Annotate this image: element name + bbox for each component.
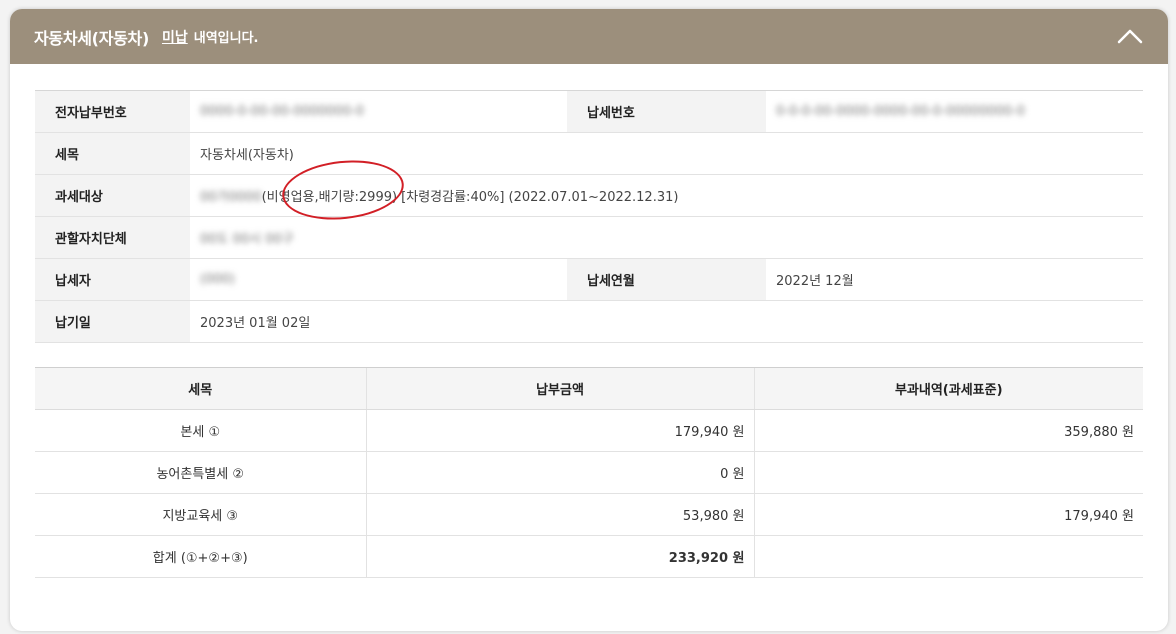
total-row: 합계 (①+②+③) 233,920 원 — [35, 535, 1143, 578]
info-row: 전자납부번호 0000-0-00-00-0000000-0 납세번호 0-0-0… — [35, 91, 1143, 133]
masked-text: 0-0-0-00-0000-0000-00-0-00000000-0 — [776, 104, 1025, 119]
card-header[interactable]: 자동차세(자동차) 미납 내역입니다. — [10, 9, 1168, 64]
amount-table: 세목 납부금액 부과내역(과세표준) 본세 ① 179,940 원 359,88… — [35, 367, 1143, 578]
col-header-item: 세목 — [35, 367, 366, 410]
row-item: 지방교육세 ③ — [35, 493, 366, 536]
row-base: 359,880 원 — [753, 409, 1143, 452]
electronic-payment-no-value: 0000-0-00-00-0000000-0 — [190, 91, 567, 132]
masked-text: 0000-0-00-00-0000000-0 — [200, 104, 365, 119]
total-label: 합계 (①+②+③) — [35, 535, 366, 578]
col-header-base: 부과내역(과세표준) — [753, 367, 1143, 410]
table-row: 지방교육세 ③ 53,980 원 179,940 원 — [35, 493, 1143, 536]
authority-label: 관할자치단체 — [35, 217, 190, 258]
chevron-up-icon[interactable] — [1116, 23, 1144, 49]
electronic-payment-no-label: 전자납부번호 — [35, 91, 190, 132]
row-amount: 0 원 — [365, 451, 754, 494]
tax-type-title: 자동차세(자동차) — [34, 28, 149, 48]
col-header-amount: 납부금액 — [365, 367, 754, 410]
row-item: 본세 ① — [35, 409, 366, 452]
due-date-value: 2023년 01월 02일 — [200, 316, 311, 331]
tax-month-label: 납세연월 — [567, 259, 766, 300]
tax-object-detail: (비영업용,배기량:2999) [차령경감률:40%] (2022.07.01~… — [261, 190, 679, 205]
amount-header-row: 세목 납부금액 부과내역(과세표준) — [35, 367, 1143, 410]
info-row: 과세대상 00가0000 (비영업용,배기량:2999) [차령경감률:40%]… — [35, 175, 1143, 217]
tax-info-table: 전자납부번호 0000-0-00-00-0000000-0 납세번호 0-0-0… — [35, 90, 1143, 343]
tax-no-value: 0-0-0-00-0000-0000-00-0-00000000-0 — [766, 91, 1143, 132]
tax-detail-card: 자동차세(자동차) 미납 내역입니다. 전자납부번호 0000-0-00-00-… — [10, 9, 1168, 631]
taxpayer-label: 납세자 — [35, 259, 190, 300]
authority-value: 00도 00시 00구 — [190, 217, 1143, 258]
info-row: 납세자 (000) 납세연월 2022년 12월 — [35, 259, 1143, 301]
tax-object-label: 과세대상 — [35, 175, 190, 216]
tax-no-label: 납세번호 — [567, 91, 766, 132]
info-row: 납기일 2023년 01월 02일 — [35, 301, 1143, 343]
header-suffix: 내역입니다. — [193, 31, 259, 46]
unpaid-status-link: 미납 — [161, 29, 188, 46]
tax-item-value: 자동차세(자동차) — [200, 148, 294, 163]
row-base — [753, 451, 1143, 494]
row-amount: 179,940 원 — [365, 409, 754, 452]
row-amount: 53,980 원 — [365, 493, 754, 536]
table-row: 본세 ① 179,940 원 359,880 원 — [35, 409, 1143, 452]
tax-month-value: 2022년 12월 — [776, 274, 854, 289]
table-row: 농어촌특별세 ② 0 원 — [35, 451, 1143, 494]
row-base: 179,940 원 — [753, 493, 1143, 536]
info-row: 세목 자동차세(자동차) — [35, 133, 1143, 175]
total-amount: 233,920 원 — [365, 535, 754, 578]
total-base — [753, 535, 1143, 578]
masked-plate-number: 00가0000 — [200, 190, 262, 205]
info-row: 관할자치단체 00도 00시 00구 — [35, 217, 1143, 259]
masked-text: 00도 00시 00구 — [200, 232, 294, 247]
due-date-label: 납기일 — [35, 301, 190, 342]
row-item: 농어촌특별세 ② — [35, 451, 366, 494]
tax-object-value: 00가0000 (비영업용,배기량:2999) [차령경감률:40%] (202… — [190, 175, 1143, 216]
masked-text: (000) — [200, 272, 235, 287]
taxpayer-value: (000) — [190, 259, 567, 300]
tax-item-label: 세목 — [35, 133, 190, 174]
